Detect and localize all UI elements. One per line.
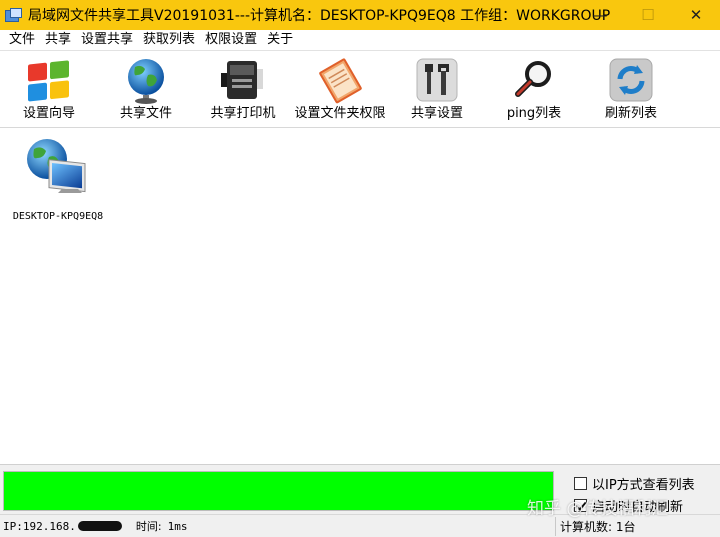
- view-by-ip-label: 以IP方式查看列表: [592, 478, 695, 493]
- menu-bar: 文件 共享 设置共享 获取列表 权限设置 关于: [0, 30, 720, 50]
- menu-about[interactable]: 关于: [262, 31, 298, 49]
- watermark: 知乎 @传技福利汇: [527, 499, 669, 519]
- share-settings-label: 共享设置: [410, 106, 463, 121]
- menu-get-list[interactable]: 获取列表: [138, 31, 200, 49]
- folder-book-icon: [313, 55, 367, 105]
- setup-wizard-button[interactable]: 设置向导: [20, 55, 78, 125]
- app-icon: [5, 8, 22, 22]
- network-computer-icon: [23, 135, 93, 209]
- toolbar: 设置向导 共享文件 共享打印机 设置文件夹权限 共享设置 ping列表 刷新列表: [0, 50, 720, 128]
- refresh-list-button[interactable]: 刷新列表: [602, 55, 660, 125]
- ip-redaction: [77, 521, 122, 531]
- computer-item[interactable]: DESKTOP-KPQ9EQ8: [8, 135, 108, 222]
- window-controls: — ☐ ✕: [576, 0, 720, 30]
- printer-icon: [216, 55, 270, 105]
- menu-set-share[interactable]: 设置共享: [76, 31, 138, 49]
- maximize-button[interactable]: ☐: [624, 0, 672, 30]
- menu-file[interactable]: 文件: [4, 31, 40, 49]
- title-bar: 局域网文件共享工具V20191031---计算机名：DESKTOP-KPQ9EQ…: [0, 0, 720, 30]
- share-files-label: 共享文件: [119, 106, 172, 121]
- status-separator: [555, 517, 556, 536]
- refresh-icon: [604, 55, 658, 105]
- share-files-button[interactable]: 共享文件: [117, 55, 175, 125]
- checkbox-box[interactable]: [574, 477, 587, 490]
- menu-share[interactable]: 共享: [40, 31, 76, 49]
- computer-name: DESKTOP-KPQ9EQ8: [12, 211, 104, 222]
- computer-count: 计算机数: 1台: [560, 520, 636, 534]
- close-button[interactable]: ✕: [672, 0, 720, 30]
- refresh-list-label: 刷新列表: [604, 106, 657, 121]
- time-value: 1ms: [167, 519, 188, 533]
- folder-permissions-label: 设置文件夹权限: [294, 106, 386, 121]
- ping-list-button[interactable]: ping列表: [504, 55, 564, 125]
- share-printer-button[interactable]: 共享打印机: [208, 55, 278, 125]
- tools-icon: [410, 55, 464, 105]
- time-label: 时间:: [135, 520, 162, 533]
- progress-fill: [4, 472, 553, 510]
- view-by-ip-checkbox[interactable]: 以IP方式查看列表: [574, 474, 695, 493]
- share-printer-label: 共享打印机: [210, 106, 276, 121]
- magnifier-icon: [507, 55, 561, 105]
- ip-label: IP:192.168.: [3, 519, 76, 533]
- window-title: 局域网文件共享工具V20191031---计算机名：DESKTOP-KPQ9EQ…: [28, 8, 611, 24]
- menu-permissions[interactable]: 权限设置: [200, 31, 262, 49]
- progress-bar: [3, 471, 554, 511]
- folder-permissions-button[interactable]: 设置文件夹权限: [294, 55, 386, 125]
- computer-list: DESKTOP-KPQ9EQ8: [0, 129, 720, 464]
- ping-list-label: ping列表: [506, 106, 562, 121]
- globe-icon: [119, 55, 173, 105]
- setup-wizard-label: 设置向导: [22, 106, 75, 121]
- share-settings-button[interactable]: 共享设置: [408, 55, 466, 125]
- windows-logo-icon: [22, 55, 76, 105]
- minimize-button[interactable]: —: [576, 0, 624, 30]
